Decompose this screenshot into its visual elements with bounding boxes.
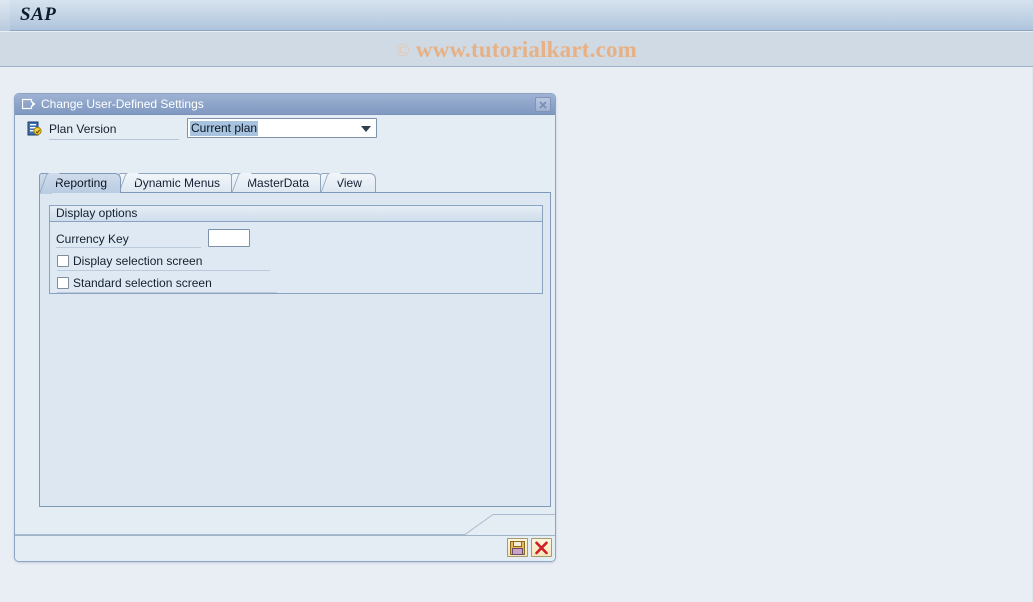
display-options-group-body: Currency Key Display selection screen St… xyxy=(50,222,542,293)
change-user-defined-settings-dialog: Change User-Defined Settings Plan Versio… xyxy=(14,93,556,562)
sap-logo: SAP xyxy=(20,4,57,25)
currency-key-input[interactable] xyxy=(208,229,250,247)
window-arrow-icon xyxy=(21,98,36,111)
standard-selection-screen-label[interactable]: Standard selection screen xyxy=(73,276,212,290)
cancel-button[interactable] xyxy=(531,538,552,557)
save-button[interactable] xyxy=(507,538,528,557)
tab-view[interactable]: View xyxy=(320,173,376,193)
tab-view-label: View xyxy=(336,176,362,190)
sap-header-bar: SAP xyxy=(0,0,1033,31)
chevron-down-icon[interactable] xyxy=(361,126,371,132)
secondary-toolbar-band xyxy=(0,32,1033,67)
display-selection-screen-label[interactable]: Display selection screen xyxy=(73,254,202,268)
tabstrip: Reporting Dynamic Menus MasterData View xyxy=(39,173,551,193)
plan-version-select[interactable]: Current plan xyxy=(187,118,377,138)
currency-key-row: Currency Key xyxy=(56,229,286,249)
footer-notch-decoration xyxy=(15,513,555,535)
display-selection-screen-checkbox[interactable] xyxy=(57,255,69,267)
tab-reporting-label: Reporting xyxy=(55,176,108,190)
tab-dynamic-menus-label: Dynamic Menus xyxy=(134,176,221,190)
display-selection-screen-row: Display selection screen xyxy=(57,253,272,271)
display-selection-screen-underline xyxy=(57,270,270,271)
tab-content-panel-reporting: Display options Currency Key Display sel… xyxy=(39,192,551,507)
plan-version-row: Plan Version Current plan xyxy=(15,116,555,144)
dialog-titlebar[interactable]: Change User-Defined Settings xyxy=(15,94,555,115)
standard-selection-screen-underline xyxy=(57,292,277,293)
dialog-footer-bar xyxy=(15,535,555,561)
plan-version-value: Current plan xyxy=(190,121,259,136)
standard-selection-screen-row: Standard selection screen xyxy=(57,275,279,293)
tab-dynamic-menus[interactable]: Dynamic Menus xyxy=(118,173,235,193)
header-left-edge xyxy=(0,0,10,31)
currency-key-label: Currency Key xyxy=(56,232,129,246)
standard-selection-screen-checkbox[interactable] xyxy=(57,277,69,289)
currency-key-underline xyxy=(56,247,201,248)
tab-masterdata[interactable]: MasterData xyxy=(231,173,324,193)
tab-reporting[interactable]: Reporting xyxy=(39,173,122,193)
display-options-group: Display options Currency Key Display sel… xyxy=(49,205,543,294)
dialog-title: Change User-Defined Settings xyxy=(41,97,204,111)
tab-masterdata-label: MasterData xyxy=(247,176,310,190)
plan-version-icon xyxy=(27,121,43,137)
plan-version-label: Plan Version xyxy=(49,122,117,136)
close-icon[interactable] xyxy=(535,97,551,112)
plan-version-underline xyxy=(49,139,179,140)
dialog-footer xyxy=(15,513,555,561)
display-options-group-title: Display options xyxy=(50,206,542,222)
